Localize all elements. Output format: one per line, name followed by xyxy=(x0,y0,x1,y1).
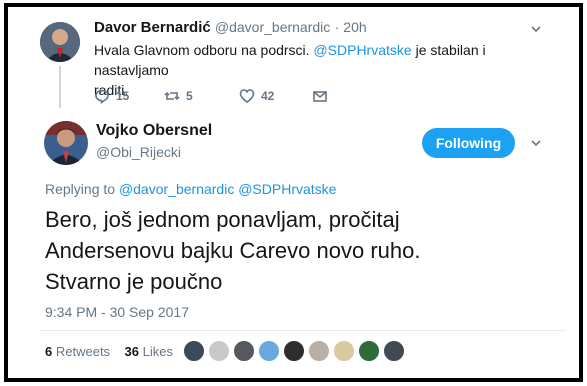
tweet-stats: 6 Retweets 36 Likes xyxy=(45,344,173,359)
retweet-icon xyxy=(164,91,180,101)
liker-avatar-5[interactable] xyxy=(283,340,305,362)
separator-dot: · xyxy=(334,19,340,35)
reply-count: 15 xyxy=(116,89,130,103)
replying-to: Replying to @davor_bernardic @SDPHrvatsk… xyxy=(45,181,336,197)
reply-button[interactable]: 15 xyxy=(94,88,129,104)
person-photo-icon xyxy=(40,22,80,62)
retweet-button[interactable]: 5 xyxy=(164,88,193,104)
reply-icon xyxy=(95,89,109,104)
liker-avatar-6[interactable] xyxy=(308,340,330,362)
tweet-text: Hvala Glavnom odboru na podrsci. xyxy=(94,42,314,58)
tweet-text-line-2: Andersenovu bajku Carevo novo ruho. xyxy=(45,238,421,263)
liker-avatar-1[interactable] xyxy=(183,340,205,362)
author-name[interactable]: Vojko Obersnel xyxy=(96,122,212,140)
heart-icon xyxy=(239,89,255,103)
author-handle[interactable]: @davor_bernardic xyxy=(215,19,330,35)
retweet-count: 5 xyxy=(186,89,193,103)
tweet-actions: 15 5 42 xyxy=(94,88,334,106)
avatar-davor-bernardic[interactable] xyxy=(40,22,80,62)
like-count: 42 xyxy=(261,89,275,103)
author-name[interactable]: Davor Bernardić xyxy=(94,19,211,36)
liker-avatar-2[interactable] xyxy=(208,340,230,362)
tweet-body: Bero, još jednom ponavljam, pročitaj And… xyxy=(45,204,545,297)
likes-stat[interactable]: 36 Likes xyxy=(125,344,173,359)
retweets-label: Retweets xyxy=(55,344,111,359)
chevron-down-icon[interactable] xyxy=(530,22,542,34)
retweets-stat[interactable]: 6 Retweets xyxy=(45,344,110,359)
chevron-down-icon[interactable] xyxy=(530,136,542,148)
tweet-text-line-3: Stvarno je poučno xyxy=(45,269,223,294)
tweet-text-line-1: Bero, još jednom ponavljam, pročitaj xyxy=(45,207,400,232)
envelope-icon xyxy=(313,91,327,102)
mention-link[interactable]: @davor_bernardic xyxy=(119,181,234,197)
liker-avatar-4[interactable] xyxy=(258,340,280,362)
direct-message-button[interactable] xyxy=(312,88,328,104)
liker-avatar-3[interactable] xyxy=(233,340,255,362)
like-count: 36 xyxy=(124,344,139,359)
tweet-timestamp[interactable]: 9:34 PM - 30 Sep 2017 xyxy=(45,304,189,320)
following-button[interactable]: Following xyxy=(422,128,515,158)
tweet-text-line-1: Hvala Glavnom odboru na podrsci. @SDPHrv… xyxy=(94,40,554,80)
mention-link[interactable]: @SDPHrvatske xyxy=(238,181,336,197)
author-handle[interactable]: @Obi_Rijecki xyxy=(96,144,181,160)
liker-avatar-8[interactable] xyxy=(358,340,380,362)
liker-avatar-9[interactable] xyxy=(383,340,405,362)
tweet-time[interactable]: 20h xyxy=(343,19,366,35)
retweet-count: 6 xyxy=(45,344,53,359)
liker-avatar-7[interactable] xyxy=(333,340,355,362)
person-photo-icon xyxy=(44,121,88,165)
mention-link[interactable]: @SDPHrvatske xyxy=(313,42,411,58)
like-button[interactable]: 42 xyxy=(239,88,274,104)
stats-divider xyxy=(40,330,566,331)
avatar-vojko-obersnel[interactable] xyxy=(44,121,88,165)
likes-label: Likes xyxy=(142,344,173,359)
thread-connector-line xyxy=(59,66,61,108)
replying-to-label: Replying to xyxy=(45,181,119,197)
